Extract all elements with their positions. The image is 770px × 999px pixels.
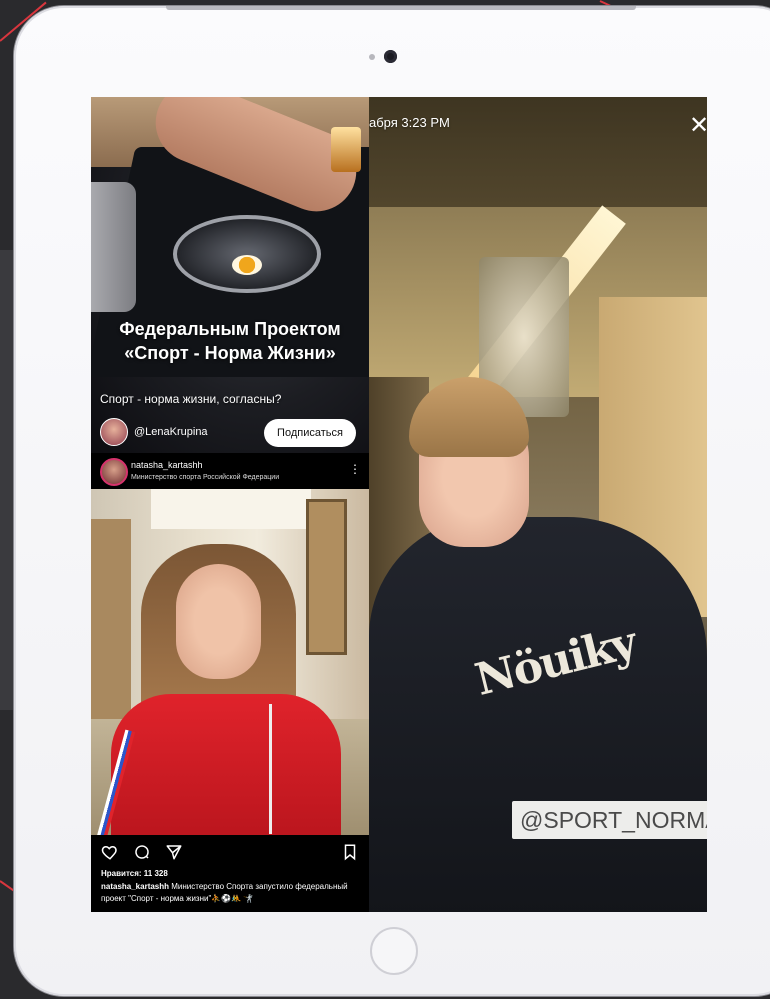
close-icon[interactable]: ✕ bbox=[689, 111, 707, 140]
pan-bg bbox=[173, 215, 321, 293]
action-icons bbox=[101, 843, 183, 861]
share-icon[interactable] bbox=[165, 843, 183, 861]
front-camera bbox=[384, 50, 397, 63]
egg-bg bbox=[232, 255, 262, 275]
caption-username[interactable]: natasha_kartashh bbox=[101, 882, 169, 891]
comment-icon[interactable] bbox=[133, 843, 151, 861]
reel-subtitle: Спорт - норма жизни, согласны? bbox=[100, 392, 282, 406]
reel-author-name[interactable]: @LenaKrupina bbox=[134, 426, 208, 438]
bookmark-icon[interactable] bbox=[341, 843, 359, 861]
reel-title-line2: «Спорт - Норма Жизни» bbox=[124, 343, 336, 363]
reel-video[interactable]: Федеральным Проектом «Спорт - Норма Жизн… bbox=[91, 97, 369, 453]
subscribe-button[interactable]: Подписаться bbox=[264, 419, 356, 447]
tablet-screen: Федеральным Проектом «Спорт - Норма Жизн… bbox=[91, 97, 707, 912]
red-jacket bbox=[111, 694, 341, 835]
story-timestamp: абря 3:23 PM bbox=[369, 115, 450, 130]
post-location[interactable]: Министерство спорта Российской Федерации bbox=[131, 474, 279, 481]
more-icon[interactable]: ⋮ bbox=[349, 462, 361, 476]
reel-author[interactable]: @LenaKrupina bbox=[100, 418, 208, 446]
reel-title: Федеральным Проектом «Спорт - Норма Жизн… bbox=[91, 317, 369, 365]
jacket-zip bbox=[269, 704, 272, 834]
post-username[interactable]: natasha_kartashh bbox=[131, 460, 203, 470]
post-actions: Нравится: 11 328 natasha_kartashh Минист… bbox=[91, 835, 369, 912]
jar-bg bbox=[331, 127, 361, 172]
hallway-door bbox=[91, 519, 131, 739]
hallway-bg bbox=[151, 489, 311, 529]
likes-count[interactable]: Нравится: 11 328 bbox=[101, 869, 168, 878]
sensor-dot bbox=[369, 54, 375, 60]
heart-icon[interactable] bbox=[101, 843, 119, 861]
tablet-top-button bbox=[166, 6, 636, 10]
woman-face bbox=[176, 564, 261, 679]
post-header: natasha_kartashh Министерство спорта Рос… bbox=[91, 453, 369, 489]
home-button[interactable] bbox=[370, 927, 418, 975]
post-caption: natasha_kartashh Министерство Спорта зап… bbox=[101, 881, 363, 905]
hallway-mirror bbox=[306, 499, 347, 655]
post-photo[interactable] bbox=[91, 489, 369, 835]
pot-bg bbox=[91, 182, 136, 312]
avatar[interactable] bbox=[100, 418, 128, 446]
reel-title-line1: Федеральным Проектом bbox=[119, 319, 341, 339]
story-video[interactable]: Nöuiky абря 3:23 PM ✕ @SPORT_NORMA bbox=[369, 97, 707, 912]
avatar[interactable] bbox=[100, 458, 128, 486]
story-mention-tag[interactable]: @SPORT_NORMA bbox=[512, 801, 707, 839]
